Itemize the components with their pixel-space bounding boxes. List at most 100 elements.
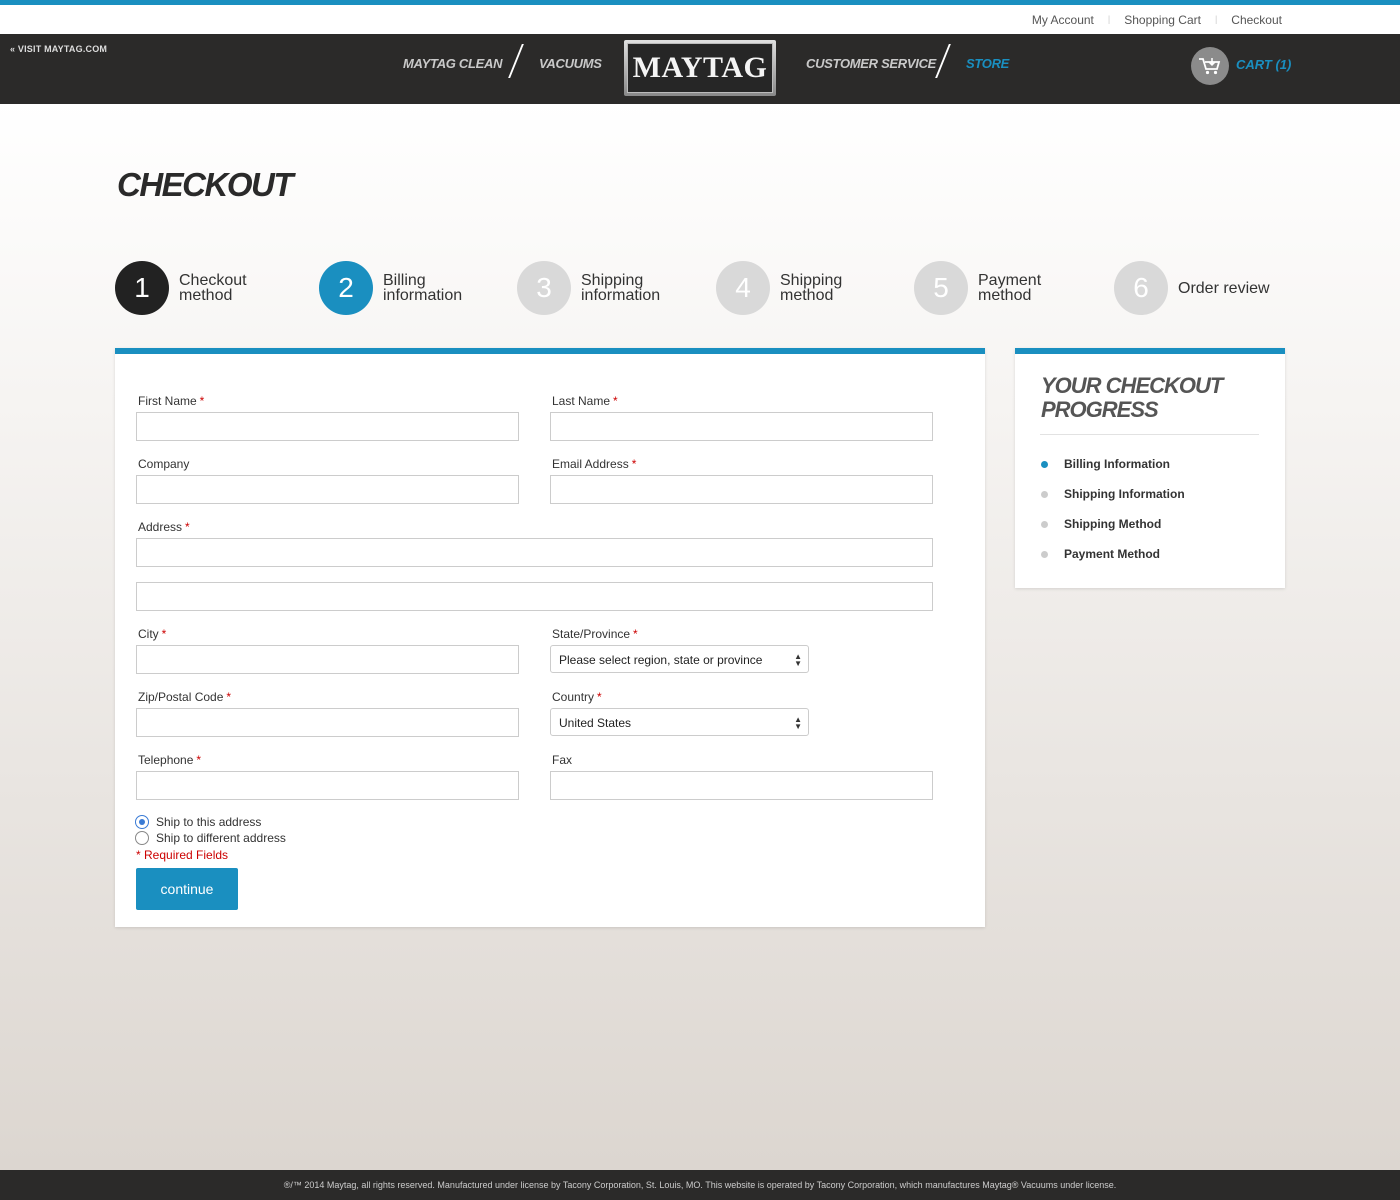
ship-diff-label: Ship to different address [156,831,286,845]
required-mark: * [633,627,638,641]
checkout-progress-panel: YOUR CHECKOUT PROGRESS Billing Informati… [1015,348,1285,588]
step-number: 2 [319,261,373,315]
progress-item-label: Shipping Method [1064,517,1162,531]
telephone-input[interactable] [136,771,519,800]
progress-item-billing: Billing Information [1041,457,1170,471]
progress-item-shipping-method: Shipping Method [1041,517,1161,531]
city-input[interactable] [136,645,519,674]
city-label: City * [138,627,166,641]
first-name-input[interactable] [136,412,519,441]
select-arrows-icon: ▲ ▼ [794,715,802,731]
utility-links: My Account | Shopping Cart | Checkout [1032,13,1282,27]
step-number: 4 [716,261,770,315]
email-label: Email Address * [552,457,636,471]
label-text: City [138,627,159,641]
telephone-label: Telephone * [138,753,201,767]
logo-text: MAYTAG [632,51,768,84]
last-name-input[interactable] [550,412,933,441]
step-label: Order review [1178,279,1270,297]
select-arrows-icon: ▲ ▼ [794,652,802,668]
cart-icon[interactable] [1191,47,1229,85]
address-line2-input[interactable] [136,582,933,611]
step-order-review: 6 Order review [1114,261,1274,315]
ship-same-radio[interactable] [135,815,149,829]
state-select[interactable]: Please select region, state or province … [550,645,809,673]
ship-to-this-address-option[interactable]: Ship to this address [135,815,261,829]
step-number: 3 [517,261,571,315]
my-account-link[interactable]: My Account [1032,13,1094,27]
company-label: Company [138,457,190,471]
label-text: Country [552,690,595,704]
progress-item-label: Payment Method [1064,547,1161,561]
bullet-icon [1041,520,1048,528]
utility-bar: My Account | Shopping Cart | Checkout [0,5,1400,34]
step-shipping-information: 3 Shipping information [517,261,677,315]
step-label: Shipping information [581,272,661,304]
country-select-value: United States [559,716,632,730]
visit-maytag-link[interactable]: « VISIT MAYTAG.COM [10,44,107,54]
progress-item-payment-method: Payment Method [1041,547,1160,561]
required-mark: * [185,520,190,534]
fax-input[interactable] [550,771,933,800]
required-mark: * [631,457,637,471]
fax-label: Fax [552,753,573,767]
logo-badge: MAYTAG [627,43,773,93]
radio-dot [139,819,145,825]
required-mark: * [199,394,205,408]
shopping-cart-link[interactable]: Shopping Cart [1124,13,1201,27]
maytag-logo[interactable]: MAYTAG [624,40,776,96]
bullet-icon [1041,460,1048,468]
state-select-value: Please select region, state or province [559,653,763,667]
bullet-icon [1041,490,1048,498]
step-payment-method: 5 Payment method [914,261,1074,315]
email-input[interactable] [550,475,933,504]
step-label: Billing information [383,272,463,304]
company-input[interactable] [136,475,519,504]
label-text: Email Address [552,457,629,471]
step-number: 5 [914,261,968,315]
required-mark: * [226,690,232,704]
label-text: State/Province [552,627,631,641]
ship-same-label: Ship to this address [156,815,262,829]
zip-input[interactable] [136,708,519,737]
main-nav: « VISIT MAYTAG.COM MAYTAG CLEAN VACUUMS … [0,34,1400,104]
footer: ®/™ 2014 Maytag, all rights reserved. Ma… [0,1170,1400,1200]
required-fields-note: * Required Fields [136,848,229,862]
country-select[interactable]: United States ▲ ▼ [550,708,809,736]
first-name-label: First Name * [138,394,204,408]
address-line1-input[interactable] [136,538,933,567]
step-checkout-method: 1 Checkout method [115,261,275,315]
required-mark: * [597,690,602,704]
cart-link[interactable]: CART (1) [1236,57,1291,72]
step-billing-information: 2 Billing information [319,261,479,315]
page-title: CHECKOUT [117,166,294,203]
nav-vacuums[interactable]: VACUUMS [539,56,602,71]
nav-store[interactable]: STORE [966,56,1009,71]
last-name-label: Last Name * [552,394,618,408]
required-mark: * [613,394,618,408]
label-text: Telephone [138,753,194,767]
checkout-link[interactable]: Checkout [1231,13,1282,27]
progress-item-shipping-info: Shipping Information [1041,487,1185,501]
required-mark: * [196,753,202,767]
nav-divider [508,44,524,78]
label-text: Address [138,520,183,534]
nav-maytag-clean[interactable]: MAYTAG CLEAN [403,56,503,71]
step-label: Checkout method [179,272,247,304]
label-text: First Name [138,394,197,408]
label-text: Last Name [552,394,611,408]
progress-item-label: Billing Information [1064,457,1170,471]
separator: | [1107,14,1111,24]
ship-diff-radio[interactable] [135,831,149,845]
step-number: 1 [115,261,169,315]
billing-form-panel: First Name * Last Name * Company Email Add… [115,348,985,927]
continue-button[interactable]: continue [136,868,238,910]
required-mark: * [161,627,167,641]
step-label: Payment method [978,272,1042,304]
step-label: Shipping method [780,272,843,304]
label-text: Zip/Postal Code [138,690,224,704]
zip-label: Zip/Postal Code * [138,690,231,704]
progress-item-label: Shipping Information [1064,487,1185,501]
nav-customer-service[interactable]: CUSTOMER SERVICE [806,56,936,71]
ship-to-different-address-option[interactable]: Ship to different address [135,831,286,845]
